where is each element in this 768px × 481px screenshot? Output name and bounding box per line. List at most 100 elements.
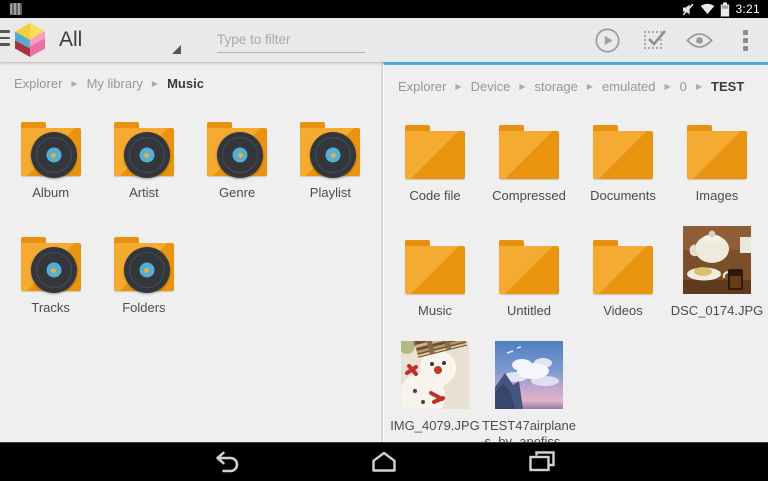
drawer-handle-icon[interactable] [0,30,10,46]
home-button[interactable] [354,443,414,481]
recents-button[interactable] [512,443,572,481]
select-button[interactable] [630,18,676,62]
file-item-label: Music [418,303,452,319]
file-item-label: Videos [603,303,643,319]
breadcrumb-segment[interactable]: storage [534,79,577,94]
music-folder-icon [20,237,82,291]
breadcrumb-segment[interactable]: Explorer [14,76,62,91]
file-item[interactable]: Videos [592,226,654,319]
breadcrumb-segment[interactable]: TEST [711,79,744,94]
file-item-icon [20,108,82,176]
file-item[interactable]: Folders [113,223,175,316]
overflow-menu-icon [743,30,748,51]
vinyl-record-icon [31,132,77,178]
file-item-icon [20,223,82,291]
file-item[interactable]: Compressed [492,111,566,204]
folder-icon [686,125,748,179]
breadcrumb-segment[interactable]: Explorer [398,79,446,94]
visibility-eye-icon [686,31,713,50]
file-item[interactable]: TEST47airplanes_by_apofiss… [482,341,576,442]
breadcrumb-segment[interactable]: 0 [680,79,687,94]
breadcrumb-separator-icon: ▶ [587,82,593,91]
breadcrumb-segment[interactable]: Music [167,76,204,91]
right-pane-storage: Explorer▶Device▶storage▶emulated▶0▶TEST … [383,62,768,442]
file-item[interactable]: Tracks [20,223,82,316]
folder-icon [592,240,654,294]
file-item-icon [401,341,469,409]
breadcrumb-separator-icon: ▶ [696,82,702,91]
file-item[interactable]: Code file [404,111,466,204]
status-bar: 3:21 [0,0,768,18]
breadcrumb-segment[interactable]: Device [471,79,511,94]
collection-selector[interactable]: All [59,18,147,62]
file-item-label: Images [696,188,739,204]
photo-thumbnail-sky [495,341,563,409]
file-item-icon [686,111,748,179]
file-item-icon [113,223,175,291]
file-item[interactable]: Playlist [299,108,361,201]
file-item[interactable]: Genre [206,108,268,201]
android-nav-bar [0,442,768,480]
home-icon [369,450,399,473]
filter-input[interactable] [217,27,365,53]
file-item-label: Untitled [507,303,551,319]
folder-body [405,246,465,294]
file-item-label: Compressed [492,188,566,204]
file-item-icon [404,111,466,179]
file-item[interactable]: Album [20,108,82,201]
breadcrumb-segment[interactable]: My library [87,76,143,91]
back-button[interactable] [196,443,256,481]
vinyl-record-icon [124,132,170,178]
folder-icon [404,240,466,294]
file-grid: Code file Compressed Documents Images Mu… [384,99,768,442]
file-item-icon [495,341,563,409]
wifi-icon [700,3,715,15]
file-item[interactable]: Artist [113,108,175,201]
action-bar: All [0,18,768,62]
file-item-label: Playlist [310,185,351,201]
file-item-icon [498,226,560,294]
folder-body [499,131,559,179]
photo-thumbnail-snowman [401,341,469,409]
file-item[interactable]: IMG_4079.JPG [390,341,480,434]
folder-icon [592,125,654,179]
file-item[interactable]: Documents [590,111,656,204]
folder-body [593,131,653,179]
collection-selector-label: All [59,28,82,52]
app-logo-cube-icon[interactable] [13,22,47,58]
file-item-icon [299,108,361,176]
vinyl-record-icon [31,247,77,293]
clock: 3:21 [735,2,762,16]
mute-icon [681,3,695,16]
breadcrumb-segment[interactable]: emulated [602,79,655,94]
file-item-icon [404,226,466,294]
file-item-label: DSC_0174.JPG [671,303,764,319]
folder-body [687,131,747,179]
file-item[interactable]: Untitled [498,226,560,319]
folder-body [593,246,653,294]
file-item-icon [683,226,751,294]
file-item-label: Artist [129,185,159,201]
file-item-label: Tracks [31,300,70,316]
select-checkbox-icon [644,31,662,49]
breadcrumb: Explorer ▶ My library ▶ Music [0,62,381,96]
breadcrumb-separator-icon: ▶ [152,79,158,88]
battery-icon [720,2,730,17]
folder-icon [498,125,560,179]
vinyl-record-icon [217,132,263,178]
play-icon [594,27,621,54]
breadcrumb-separator-icon: ▶ [71,79,77,88]
view-options-button[interactable] [676,18,722,62]
file-item-label: Documents [590,188,656,204]
recents-icon [528,450,556,473]
music-folder-icon [113,237,175,291]
file-item-icon [206,108,268,176]
file-item[interactable]: Music [404,226,466,319]
file-item[interactable]: DSC_0174.JPG [671,226,764,319]
file-manager-screen: 3:21 All [0,0,768,480]
play-button[interactable] [584,18,630,62]
overflow-menu-button[interactable] [722,18,768,62]
photo-thumbnail-tea [683,226,751,294]
file-item[interactable]: Images [686,111,748,204]
folder-body [405,131,465,179]
